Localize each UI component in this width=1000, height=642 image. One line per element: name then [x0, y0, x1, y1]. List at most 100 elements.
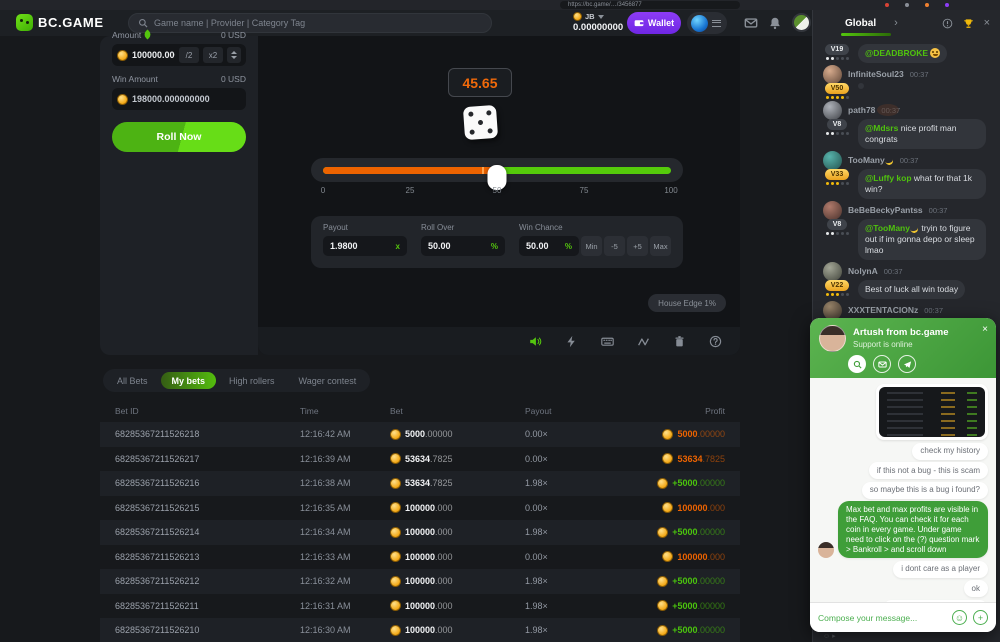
max-chance-button[interactable]: Max: [650, 236, 671, 256]
bcgame-logo[interactable]: BC.GAME: [16, 14, 104, 31]
table-row[interactable]: 68285367211526210 12:16:30 AM 100000.000…: [100, 618, 740, 642]
clear-trash-icon[interactable]: [673, 335, 686, 348]
chat-username[interactable]: InfiniteSoul23: [848, 69, 904, 79]
table-row[interactable]: 68285367211526218 12:16:42 AM 5000.00000…: [100, 422, 740, 447]
chat-username[interactable]: XXXTENTACIONz: [848, 305, 918, 315]
avatar[interactable]: [823, 101, 842, 120]
table-row[interactable]: 68285367211526212 12:16:32 AM 100000.000…: [100, 569, 740, 594]
browser-extension-icon[interactable]: [945, 3, 949, 7]
roll-now-button[interactable]: Roll Now: [112, 122, 246, 152]
table-row[interactable]: 68285367211526217 12:16:39 AM 53634.7825…: [100, 447, 740, 472]
win-amount-input[interactable]: 198000.000000000: [112, 88, 246, 110]
plus5-chance-button[interactable]: +5: [627, 236, 648, 256]
minus5-chance-button[interactable]: -5: [604, 236, 625, 256]
browser-extension-icon[interactable]: [905, 3, 909, 7]
support-image-bets-history-screenshot[interactable]: [876, 384, 988, 440]
coin-icon: [117, 50, 128, 61]
chevron-right-icon[interactable]: ›: [894, 17, 898, 29]
support-email-button[interactable]: [873, 355, 891, 373]
close-chat-icon[interactable]: ×: [984, 17, 990, 29]
table-row[interactable]: 68285367211526213 12:16:33 AM 100000.000…: [100, 545, 740, 570]
level-badge-wrap: V22: [821, 280, 853, 296]
turbo-lightning-icon[interactable]: [565, 335, 578, 348]
user-menu[interactable]: [687, 12, 727, 34]
bet-payout: 1.98×: [525, 625, 640, 635]
bet-time: 12:16:35 AM: [300, 503, 390, 513]
table-row[interactable]: 68285367211526211 12:16:31 AM 100000.000…: [100, 594, 740, 619]
level-progress-dots: [826, 182, 849, 185]
half-bet-button[interactable]: /2: [179, 47, 199, 63]
mention-link[interactable]: @Luffy kop: [865, 173, 912, 183]
attach-icon[interactable]: +: [973, 610, 988, 625]
support-header: Artush from bc.game Support is online ×: [810, 318, 996, 378]
chat-username[interactable]: BeBeBeckyPantss: [848, 205, 923, 215]
browser-extension-icon[interactable]: [925, 3, 929, 7]
double-bet-button[interactable]: x2: [203, 47, 223, 63]
chat-room-selector[interactable]: Global: [845, 18, 876, 29]
table-row[interactable]: 68285367211526214 12:16:34 AM 100000.000…: [100, 520, 740, 545]
roll-over-label: Roll Over: [421, 223, 505, 232]
roll-result: 45.65: [448, 68, 512, 97]
tab-wager-contest[interactable]: Wager contest: [288, 372, 368, 389]
chat-input-strip[interactable]: ☺ ▸: [813, 632, 1000, 642]
coin-icon: [657, 478, 668, 489]
support-telegram-button[interactable]: [898, 355, 916, 373]
bets-tabs: All Bets My bets High rollers Wager cont…: [103, 369, 370, 392]
balance-selector[interactable]: JB 0.00000000: [573, 12, 633, 33]
trophy-icon[interactable]: [963, 18, 974, 29]
chevron-down-icon: [231, 56, 237, 59]
bell-icon[interactable]: [768, 16, 782, 30]
min-chance-button[interactable]: Min: [581, 236, 602, 256]
hotkeys-keyboard-icon[interactable]: [601, 335, 614, 348]
browser-url[interactable]: https://bc.game/…/3456877: [560, 1, 740, 9]
wallet-button[interactable]: Wallet: [627, 12, 681, 34]
roll-slider[interactable]: [311, 158, 683, 182]
support-message-user: [818, 384, 988, 440]
avatar[interactable]: [823, 262, 842, 281]
mention-link[interactable]: @TooMany: [865, 223, 910, 233]
emoji-picker-icon[interactable]: ☺: [952, 610, 967, 625]
win-chance-input[interactable]: 50.00 %: [519, 236, 579, 256]
chat-username[interactable]: TooMany: [848, 155, 894, 165]
chat-rules-icon[interactable]: [942, 18, 953, 29]
profile-avatar[interactable]: [792, 13, 811, 32]
avatar[interactable]: [823, 151, 842, 170]
chat-username[interactable]: NolynA: [848, 266, 878, 276]
mention-link[interactable]: @DEADBROKE: [865, 48, 928, 58]
avatar[interactable]: [823, 201, 842, 220]
chat-message: V19 @DEADBROKE: [821, 44, 993, 63]
menu-icon: [712, 20, 721, 27]
support-message-input[interactable]: [818, 613, 946, 623]
bet-id: 68285367211526213: [115, 552, 300, 562]
search-input[interactable]: [154, 18, 482, 28]
mention-link[interactable]: @Mdsrs: [865, 123, 898, 133]
amount-stepper[interactable]: [227, 47, 241, 63]
tab-high-rollers[interactable]: High rollers: [218, 372, 286, 389]
bet-amount: 100000.000: [390, 600, 525, 611]
support-agent-avatar[interactable]: [819, 325, 846, 352]
close-support-icon[interactable]: ×: [982, 324, 988, 335]
avatar[interactable]: [823, 65, 842, 84]
tick-label: 50: [493, 186, 502, 195]
browser-extension-icon[interactable]: [885, 3, 889, 7]
table-row[interactable]: 68285367211526216 12:16:38 AM 53634.7825…: [100, 471, 740, 496]
chat-username[interactable]: path78: [848, 105, 875, 115]
col-payout: Payout: [525, 406, 640, 416]
mail-icon: [878, 360, 887, 369]
slider-lose-range: [323, 167, 497, 174]
col-profit: Profit: [640, 406, 725, 416]
tab-my-bets[interactable]: My bets: [161, 372, 217, 389]
roll-over-input[interactable]: 50.00 %: [421, 236, 505, 256]
trends-icon[interactable]: [637, 335, 650, 348]
bet-amount-input[interactable]: 100000.00000000 /2 x2: [112, 44, 246, 66]
payout-input[interactable]: 1.9800 x: [323, 236, 407, 256]
table-row[interactable]: 68285367211526215 12:16:35 AM 100000.000…: [100, 496, 740, 521]
support-search-button[interactable]: [848, 355, 866, 373]
mail-icon[interactable]: [744, 16, 758, 30]
dice-logo-icon: [16, 14, 33, 31]
sound-icon[interactable]: [529, 335, 542, 348]
bet-amount-value: 100000.00000000: [132, 50, 175, 60]
tab-all-bets[interactable]: All Bets: [106, 372, 159, 389]
help-icon[interactable]: [709, 335, 722, 348]
coin-icon: [662, 453, 673, 464]
